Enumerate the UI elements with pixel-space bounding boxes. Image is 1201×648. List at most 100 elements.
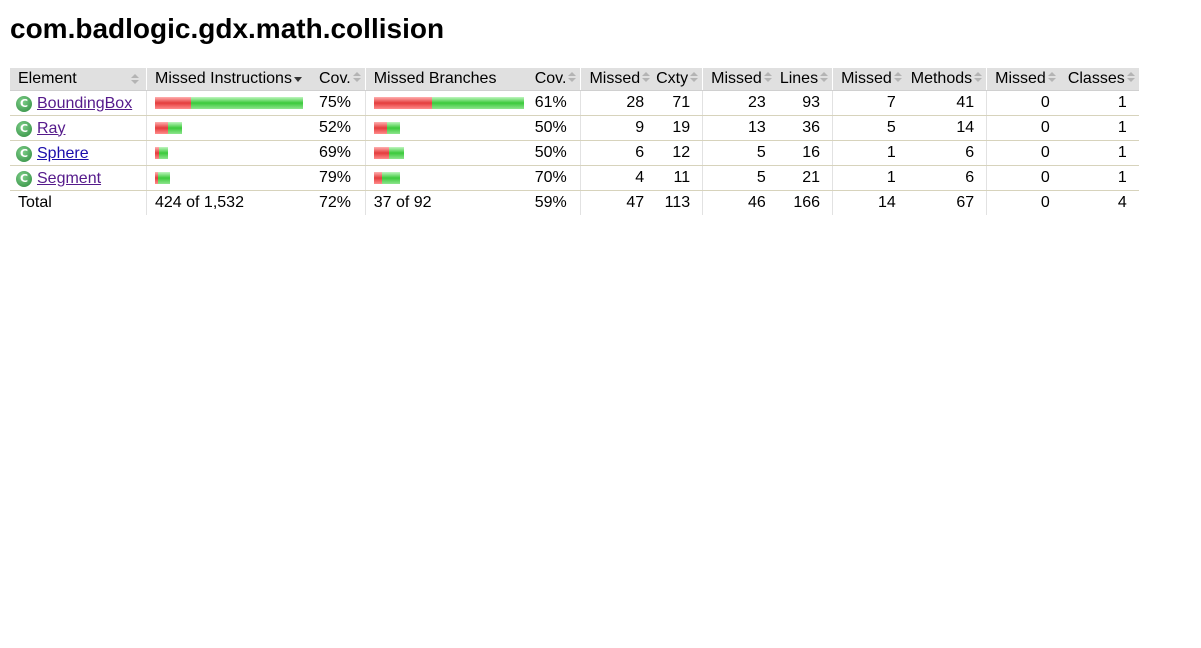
missed-bar — [373, 96, 432, 109]
branch-cov: 61% — [526, 90, 581, 116]
missed-bar — [373, 171, 382, 184]
missed-classes: 0 — [986, 115, 1060, 141]
instructions-coverage-bar — [155, 146, 168, 159]
covered-bar — [386, 121, 400, 134]
lines: 16 — [775, 140, 833, 166]
total-methods: 67 — [956, 194, 975, 211]
header-element[interactable]: Element — [10, 68, 147, 91]
missed-cxty: 6 — [580, 140, 655, 166]
header-classes[interactable]: Classes — [1059, 68, 1139, 91]
methods: 14 — [905, 115, 987, 141]
branches-bar-cell — [364, 140, 527, 166]
instr-cov: 79% — [311, 165, 366, 191]
lines: 21 — [775, 165, 833, 191]
missed-cxty: 28 — [580, 90, 655, 116]
missed-lines: 5 — [702, 140, 776, 166]
class-link-segment[interactable]: Segment — [37, 170, 101, 188]
sort-arrows-icon — [690, 71, 699, 84]
header-branch-cov[interactable]: Cov. — [526, 68, 581, 91]
methods: 6 — [905, 165, 987, 191]
classes: 1 — [1059, 115, 1139, 141]
table-row: C Segment 79% 70% 4 11 5 21 1 6 0 1 — [10, 165, 1139, 191]
table-row: C Sphere 69% 50% 6 12 5 16 1 6 0 1 — [10, 140, 1139, 166]
header-missed-cxty[interactable]: Missed — [580, 68, 655, 91]
header-missed-branches[interactable]: Missed Branches — [364, 68, 527, 91]
missed-lines: 23 — [702, 90, 776, 116]
covered-bar — [388, 146, 404, 159]
methods: 6 — [905, 140, 987, 166]
header-missed-lines[interactable]: Missed — [702, 68, 776, 91]
branches-coverage-bar — [373, 171, 400, 184]
header-missed-classes[interactable]: Missed — [986, 68, 1060, 91]
instr-cov: 52% — [311, 115, 366, 141]
table-row: C Ray 52% 50% 9 19 13 36 5 14 0 1 — [10, 115, 1139, 141]
sort-arrows-icon — [352, 71, 362, 84]
missed-lines: 13 — [702, 115, 776, 141]
total-branch-cov: 59% — [534, 194, 567, 211]
header-missed-methods[interactable]: Missed — [832, 68, 906, 91]
missed-bar — [373, 121, 387, 134]
instructions-coverage-bar — [155, 121, 182, 134]
sort-arrows-icon — [642, 71, 651, 84]
class-link-boundingbox[interactable]: BoundingBox — [37, 95, 132, 113]
classes: 1 — [1059, 140, 1139, 166]
missed-cxty: 9 — [580, 115, 655, 141]
class-c-icon: C — [16, 170, 32, 187]
sort-arrows-icon — [568, 71, 577, 84]
element-cell: C Segment — [10, 165, 147, 191]
header-row: Element Missed Instructions Cov. Missed … — [10, 68, 1139, 91]
classes: 1 — [1059, 165, 1139, 191]
branches-coverage-bar — [373, 121, 400, 134]
element-cell: C BoundingBox — [10, 90, 147, 116]
missed-bar — [155, 121, 168, 134]
total-missed-cxty: 47 — [580, 190, 655, 215]
cxty: 11 — [654, 165, 703, 191]
missed-bar — [373, 146, 389, 159]
element-cell: C Sphere — [10, 140, 147, 166]
total-missed-methods: 14 — [832, 190, 906, 215]
header-cxty[interactable]: Cxty — [654, 68, 703, 91]
cxty: 12 — [654, 140, 703, 166]
branch-cov: 50% — [526, 140, 581, 166]
missed-methods: 7 — [832, 90, 906, 116]
sort-arrows-icon — [820, 71, 829, 84]
branches-coverage-bar — [373, 96, 524, 109]
branches-coverage-bar — [373, 146, 404, 159]
sort-arrows-icon — [131, 74, 140, 86]
classes: 1 — [1059, 90, 1139, 116]
missed-classes: 0 — [986, 140, 1060, 166]
missed-methods: 1 — [832, 140, 906, 166]
missed-lines: 5 — [702, 165, 776, 191]
total-instructions: 424 of 1,532 — [146, 190, 311, 215]
instructions-bar-cell — [146, 165, 311, 191]
total-branches: 37 of 92 — [364, 190, 527, 215]
lines: 36 — [775, 115, 833, 141]
branches-bar-cell — [364, 165, 527, 191]
instructions-bar-cell — [146, 115, 311, 141]
header-instr-cov[interactable]: Cov. — [311, 68, 366, 91]
total-label: Total — [18, 194, 52, 211]
header-lines[interactable]: Lines — [775, 68, 833, 91]
instructions-bar-cell — [146, 140, 311, 166]
header-missed-instructions[interactable]: Missed Instructions — [146, 68, 311, 91]
sort-arrows-icon — [763, 71, 773, 84]
table-row: C BoundingBox 75% 61% 28 71 23 93 7 41 0 1 — [10, 90, 1139, 116]
coverage-table: Element Missed Instructions Cov. Missed … — [10, 68, 1139, 215]
instructions-coverage-bar — [155, 96, 303, 109]
covered-bar — [381, 171, 400, 184]
methods: 41 — [905, 90, 987, 116]
class-link-sphere[interactable]: Sphere — [37, 145, 89, 163]
sort-arrows-icon — [1126, 71, 1136, 84]
class-link-ray[interactable]: Ray — [37, 120, 65, 138]
class-c-icon: C — [16, 120, 32, 137]
class-c-icon: C — [16, 95, 32, 112]
cxty: 71 — [654, 90, 703, 116]
missed-cxty: 4 — [580, 165, 655, 191]
branch-cov: 70% — [526, 165, 581, 191]
sort-arrows-icon — [893, 71, 903, 84]
covered-bar — [159, 146, 168, 159]
instructions-coverage-bar — [155, 171, 170, 184]
branch-cov: 50% — [526, 115, 581, 141]
total-lines: 166 — [793, 194, 821, 211]
header-methods[interactable]: Methods — [905, 68, 987, 91]
